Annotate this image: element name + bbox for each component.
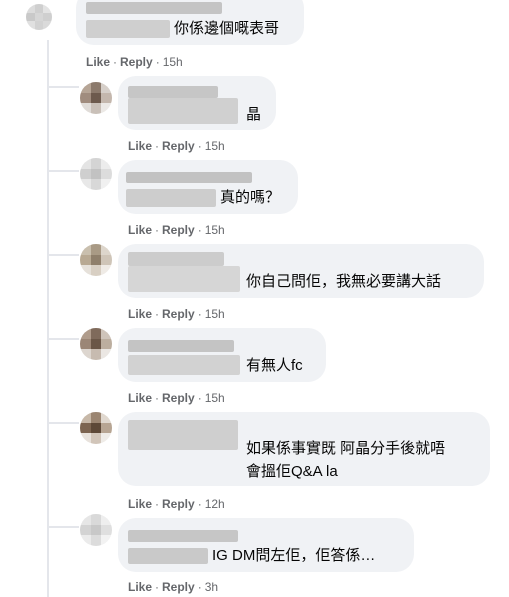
reply-connector — [47, 86, 79, 88]
blurred-text — [128, 266, 240, 292]
comment-bubble: 有無人fc — [118, 328, 326, 382]
comment-bubble: IG DM問左佢，佢答係… — [118, 518, 414, 572]
avatar[interactable] — [80, 514, 112, 546]
avatar[interactable] — [80, 328, 112, 360]
comment-text: 真的嗎？ — [220, 189, 281, 206]
like-link[interactable]: Like — [128, 223, 152, 237]
comment-text-line2: 會搵佢Q&A la — [246, 463, 338, 480]
blurred-name — [128, 420, 238, 450]
like-link[interactable]: Like — [86, 55, 110, 69]
avatar[interactable] — [80, 244, 112, 276]
reply-link[interactable]: Reply — [162, 580, 195, 594]
blurred-name — [128, 340, 234, 352]
like-link[interactable]: Like — [128, 139, 152, 153]
comment-actions: Like · Reply · 15h — [128, 223, 225, 237]
avatar[interactable] — [80, 412, 112, 444]
comment-text: 你自己問佢，我無必要講大話 — [246, 273, 442, 290]
comment-bubble: 晶 — [118, 76, 276, 130]
comment-text: 晶 — [246, 106, 262, 123]
reply-link[interactable]: Reply — [162, 139, 195, 153]
blurred-text — [128, 548, 208, 564]
reply-connector — [47, 338, 79, 340]
blurred-name — [128, 252, 224, 266]
comment-actions: Like · Reply · 15h — [128, 391, 225, 405]
like-link[interactable]: Like — [128, 580, 152, 594]
avatar[interactable] — [26, 4, 52, 30]
reply-link[interactable]: Reply — [162, 497, 195, 511]
reply-link[interactable]: Reply — [162, 223, 195, 237]
blurred-name — [86, 2, 222, 14]
timestamp[interactable]: 15h — [205, 391, 225, 405]
like-link[interactable]: Like — [128, 307, 152, 321]
comment-text: 有無人fc — [246, 357, 303, 374]
comment-bubble: 你自己問佢，我無必要講大話 — [118, 244, 484, 298]
comment-bubble: 如果係事實既 阿晶分手後就唔 會搵佢Q&A la — [118, 412, 490, 486]
timestamp[interactable]: 15h — [205, 223, 225, 237]
comment-bubble: 你係邊個嘅表哥 — [76, 0, 304, 45]
reply-connector — [47, 254, 79, 256]
avatar[interactable] — [80, 158, 112, 190]
thread-line — [47, 40, 49, 597]
comment-bubble: 真的嗎？ — [118, 160, 298, 214]
reply-link[interactable]: Reply — [120, 55, 153, 69]
comment-actions: Like · Reply · 12h — [128, 497, 225, 511]
avatar[interactable] — [80, 82, 112, 114]
reply-link[interactable]: Reply — [162, 307, 195, 321]
timestamp[interactable]: 3h — [205, 580, 218, 594]
comment-actions: Like · Reply · 15h — [128, 307, 225, 321]
reply-connector — [47, 526, 79, 528]
timestamp[interactable]: 12h — [205, 497, 225, 511]
blurred-text — [86, 20, 170, 38]
reply-connector — [47, 422, 79, 424]
comment-text: 你係邊個嘅表哥 — [174, 20, 280, 37]
blurred-name — [128, 530, 238, 542]
comment-actions: Like · Reply · 3h — [128, 580, 219, 594]
comment-actions: Like · Reply · 15h — [86, 55, 183, 69]
like-link[interactable]: Like — [128, 391, 152, 405]
timestamp[interactable]: 15h — [163, 55, 183, 69]
like-link[interactable]: Like — [128, 497, 152, 511]
comment-text-line1: 如果係事實既 阿晶分手後就唔 — [246, 440, 446, 457]
blurred-text — [126, 189, 216, 207]
reply-connector — [47, 170, 79, 172]
blurred-text — [128, 98, 238, 124]
timestamp[interactable]: 15h — [205, 307, 225, 321]
blurred-name — [128, 86, 218, 98]
comment-actions: Like · Reply · 15h — [128, 139, 225, 153]
reply-link[interactable]: Reply — [162, 391, 195, 405]
timestamp[interactable]: 15h — [205, 139, 225, 153]
comment-text: IG DM問左佢，佢答係… — [212, 547, 376, 564]
blurred-text — [128, 355, 240, 375]
blurred-name — [126, 172, 252, 183]
